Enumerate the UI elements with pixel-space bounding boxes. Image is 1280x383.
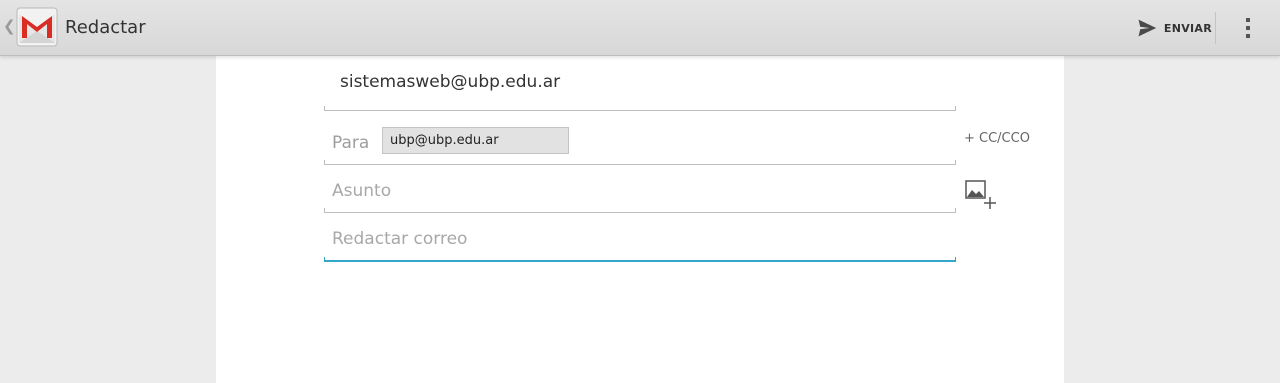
send-button[interactable]: ENVIAR	[1132, 10, 1212, 46]
send-label: ENVIAR	[1163, 21, 1212, 35]
recipient-chip[interactable]: ubp@ubp.edu.ar	[382, 127, 569, 154]
add-cc-bcc-button[interactable]: + CC/CCO	[964, 131, 1030, 146]
action-bar: ❮ Redactar ENVIAR	[0, 0, 1280, 56]
page-title: Redactar	[65, 17, 146, 38]
chevron-left-icon[interactable]: ❮	[3, 17, 16, 35]
body-input[interactable]	[332, 226, 932, 252]
to-underline	[324, 160, 956, 165]
from-underline	[324, 106, 956, 111]
add-photo-icon[interactable]	[964, 179, 998, 213]
to-label: Para	[332, 133, 370, 153]
gmail-icon[interactable]	[15, 5, 59, 49]
subject-input[interactable]	[332, 178, 932, 204]
compose-sheet: sistemasweb@ubp.edu.ar Para ubp@ubp.edu.…	[216, 56, 1064, 383]
more-vert-icon[interactable]	[1230, 10, 1266, 46]
send-icon	[1138, 19, 1157, 37]
from-account[interactable]: sistemasweb@ubp.edu.ar	[340, 72, 560, 92]
divider	[1215, 12, 1216, 44]
subject-underline	[324, 208, 956, 213]
body-underline	[324, 257, 956, 262]
